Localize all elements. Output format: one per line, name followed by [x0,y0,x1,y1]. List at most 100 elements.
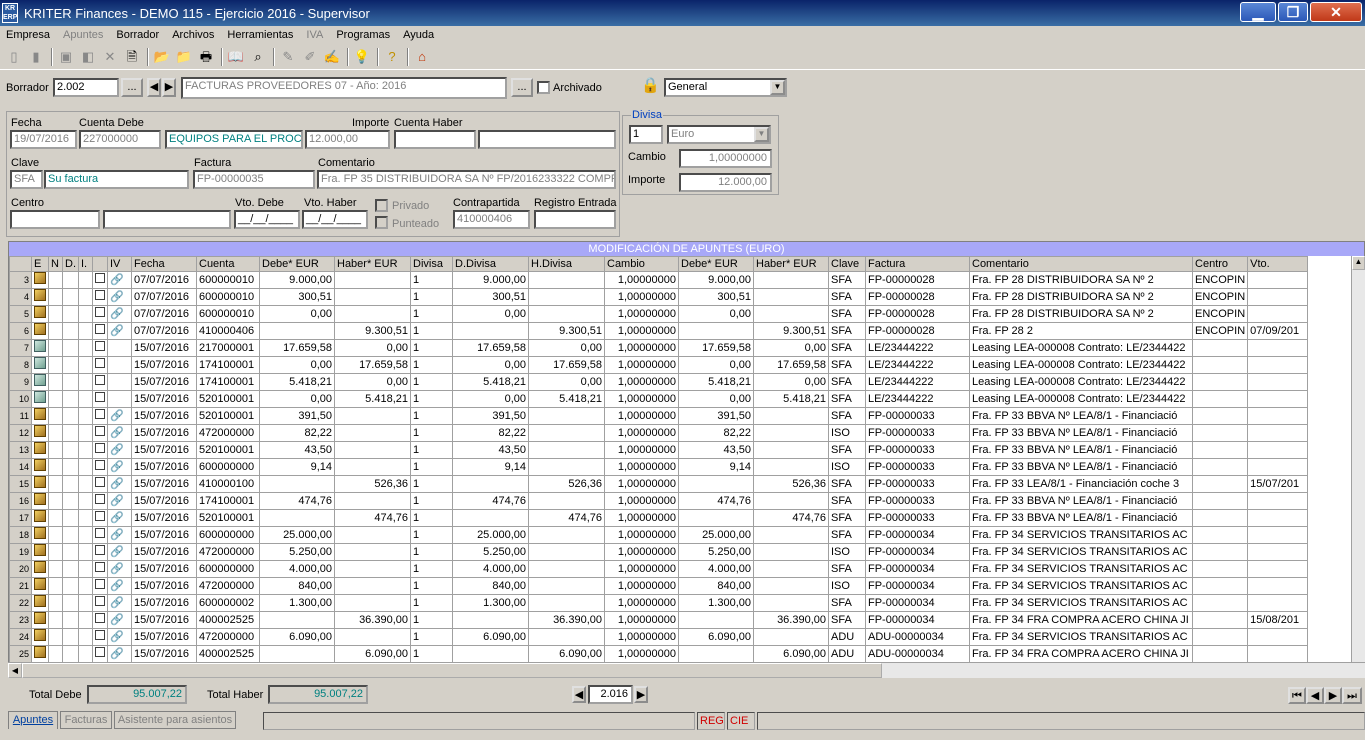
cell-debe[interactable]: 840,00 [259,577,335,595]
cell-debe2[interactable]: 6.090,00 [678,628,754,646]
last-record-icon[interactable]: ⏭ [1342,687,1362,704]
cell-centro[interactable] [1192,543,1249,561]
centro-input[interactable] [10,210,100,229]
cell-haber[interactable]: 9.300,51 [334,322,411,340]
cell-debe[interactable]: 9.000,00 [259,271,335,289]
cell-cuenta[interactable]: 520100001 [196,509,260,527]
row-checkbox[interactable] [95,477,105,487]
cell-debe2[interactable]: 840,00 [678,577,754,595]
cell-centro[interactable] [1192,390,1249,408]
borrador-next-button[interactable]: ▶ [162,78,176,97]
row-checkbox[interactable] [95,341,105,351]
cell-e[interactable] [31,373,49,391]
cell-hdiv[interactable] [528,628,605,646]
cell-cuenta[interactable]: 472000000 [196,424,260,442]
cell-clave[interactable]: SFA [828,390,866,408]
row-indicator[interactable]: 20 [9,560,32,578]
cell-e[interactable] [31,611,49,629]
cell-clave[interactable]: ISO [828,577,866,595]
cell-debe2[interactable] [678,322,754,340]
cell-debe2[interactable]: 300,51 [678,288,754,306]
cell-fecha[interactable]: 15/07/2016 [131,390,197,408]
cell-comentario[interactable]: Leasing LEA-000008 Contrato: LE/2344422 [968,356,1194,374]
preview-icon[interactable]: 🗎 [122,47,142,67]
cell-n[interactable] [48,611,63,629]
first-record-icon[interactable]: ⏮ [1288,687,1306,704]
cell-fecha[interactable]: 15/07/2016 [131,492,197,510]
cell-haber2[interactable] [753,305,829,323]
cell-factura[interactable]: LE/23444222 [865,373,970,391]
cell-divisa[interactable]: 1 [410,475,453,493]
cell-vto[interactable]: 15/08/201 [1247,611,1309,629]
cell-check[interactable] [92,475,108,493]
cell-factura[interactable]: FP-00000034 [865,594,970,612]
cell-centro[interactable] [1192,424,1249,442]
column-header[interactable]: Haber* EUR [334,256,411,272]
cell-i[interactable] [78,305,93,323]
cell-iv[interactable] [107,339,132,357]
cell-i[interactable] [78,356,93,374]
cell-ddiv[interactable]: 6.090,00 [452,628,529,646]
cell-check[interactable] [92,373,108,391]
row-indicator[interactable]: 24 [9,628,32,646]
cell-clave[interactable]: SFA [828,339,866,357]
cell-vto[interactable] [1247,356,1309,374]
cell-centro[interactable] [1192,509,1249,527]
cell-debe2[interactable]: 0,00 [678,356,754,374]
cell-d[interactable] [62,458,79,476]
year-next-button[interactable]: ▶ [634,686,648,703]
column-header[interactable]: Centro [1192,256,1249,272]
cell-vto[interactable]: 07/09/201 [1247,322,1309,340]
cell-iv[interactable]: 🔗 [107,271,132,289]
cell-d[interactable] [62,390,79,408]
cell-cambio[interactable]: 1,00000000 [604,441,679,459]
cell-check[interactable] [92,560,108,578]
cell-debe[interactable]: 25.000,00 [259,526,335,544]
cell-haber2[interactable] [753,424,829,442]
cell-i[interactable] [78,645,93,663]
cell-hdiv[interactable] [528,526,605,544]
cell-comentario[interactable]: Fra. FP 33 BBVA Nº LEA/8/1 - Financiació [968,441,1194,459]
cell-iv[interactable]: 🔗 [107,594,132,612]
folder-icon[interactable]: 📁 [174,47,194,67]
registro-entrada-input[interactable] [534,210,616,229]
tab-facturas[interactable]: Facturas [60,711,112,729]
cell-centro[interactable] [1192,373,1249,391]
cell-i[interactable] [78,611,93,629]
lightbulb-icon[interactable]: 💡 [352,47,372,67]
cell-hdiv[interactable] [528,305,605,323]
cell-cuenta[interactable]: 472000000 [196,628,260,646]
cell-iv[interactable] [107,373,132,391]
cell-debe2[interactable]: 0,00 [678,305,754,323]
column-header[interactable] [9,256,32,272]
cell-iv[interactable]: 🔗 [107,611,132,629]
cell-comentario[interactable]: Fra. FP 34 SERVICIOS TRANSITARIOS AC [968,628,1194,646]
cell-fecha[interactable]: 07/07/2016 [131,322,197,340]
table-row[interactable]: 21 🔗 15/07/2016 472000000 840,00 1 840,00 1,000… [9,577,1309,595]
cell-vto[interactable] [1247,441,1309,459]
vto-haber-input[interactable]: __/__/____ [302,210,368,229]
cell-comentario[interactable]: Fra. FP 28 DISTRIBUIDORA SA Nº 2 [968,288,1194,306]
cell-cambio[interactable]: 1,00000000 [604,373,679,391]
row-indicator[interactable]: 5 [9,305,32,323]
cell-ddiv[interactable]: 5.250,00 [452,543,529,561]
column-header[interactable]: Haber* EUR [753,256,829,272]
cell-cuenta[interactable]: 520100001 [196,441,260,459]
cell-debe2[interactable]: 43,50 [678,441,754,459]
scroll-left-icon[interactable]: ◀ [8,663,22,678]
cell-check[interactable] [92,543,108,561]
cell-hdiv[interactable] [528,271,605,289]
cell-e[interactable] [31,594,49,612]
cell-check[interactable] [92,594,108,612]
cell-check[interactable] [92,407,108,425]
cell-cuenta[interactable]: 174100001 [196,492,260,510]
cell-n[interactable] [48,356,63,374]
cell-divisa[interactable]: 1 [410,560,453,578]
duplicate-icon[interactable]: ◧ [78,47,98,67]
cell-n[interactable] [48,645,63,663]
row-indicator[interactable]: 18 [9,526,32,544]
cell-iv[interactable]: 🔗 [107,526,132,544]
column-header[interactable]: D. [62,256,79,272]
cell-i[interactable] [78,441,93,459]
cell-check[interactable] [92,628,108,646]
